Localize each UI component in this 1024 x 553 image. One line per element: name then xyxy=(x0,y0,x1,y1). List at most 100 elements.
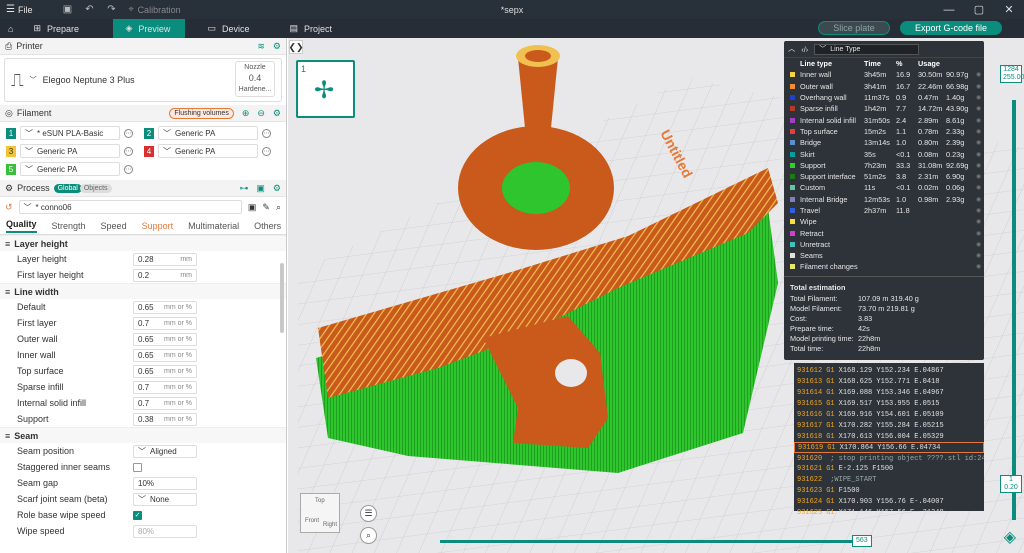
gcode-line[interactable]: 931614 G1 X169.088 Y153.346 E.04967 xyxy=(794,388,984,399)
legend-row[interactable]: Internal solid infill 31m50s 2.4 2.89m 8… xyxy=(784,114,984,125)
tab-quality[interactable]: Quality xyxy=(6,219,37,233)
file-menu[interactable]: ☰ File xyxy=(0,0,38,19)
global-toggle[interactable]: Global xyxy=(53,183,82,193)
line-width-input[interactable]: 0.7 mm or % xyxy=(133,316,197,330)
layer-height-input[interactable]: 0.28 mm xyxy=(133,252,197,266)
legend-row[interactable]: Support 7h23m 33.3 31.08m 92.69g ◉ xyxy=(784,160,984,171)
filament-slot-2[interactable]: 2 ﹀ Generic PA ⋯ xyxy=(144,126,282,140)
tab-prepare[interactable]: ⊞ Prepare xyxy=(21,19,113,38)
gcode-line[interactable]: 931613 G1 X168.625 Y152.771 E.0418 xyxy=(794,377,984,388)
minimize-button[interactable]: — xyxy=(934,0,964,19)
tab-multimaterial[interactable]: Multimaterial xyxy=(188,221,239,231)
legend-row[interactable]: Wipe ◉ xyxy=(784,216,984,227)
legend-row[interactable]: Inner wall 3h45m 16.9 30.50m 90.97g ◉ xyxy=(784,69,984,80)
3d-viewport[interactable]: Untitled ❮❯ 1 ✢ ︿ ‹/› ﹀ Line Type Line ty… xyxy=(288,38,1024,553)
visibility-eye-icon[interactable]: ◉ xyxy=(976,218,981,225)
seam-position-select[interactable]: ﹀ Aligned xyxy=(133,444,197,458)
slice-plate-button[interactable]: Slice plate xyxy=(818,21,890,35)
add-filament-icon[interactable]: ⊕ xyxy=(242,108,250,119)
zoom-icon[interactable]: ⌕ xyxy=(360,527,377,544)
legend-row[interactable]: Unretract ◉ xyxy=(784,239,984,250)
filament-slot-4[interactable]: 4 ﹀ Generic PA ⋯ xyxy=(144,144,282,158)
gcode-line[interactable]: 931616 G1 X169.916 Y154.601 E.05109 xyxy=(794,410,984,421)
visibility-eye-icon[interactable]: ◉ xyxy=(976,83,981,90)
more-icon[interactable]: ⋯ xyxy=(262,146,271,156)
legend-row[interactable]: Bridge 13m14s 1.0 0.80m 2.39g ◉ xyxy=(784,137,984,148)
export-gcode-button[interactable]: Export G-code file xyxy=(900,21,1002,35)
objects-toggle[interactable]: Objects xyxy=(79,183,112,193)
nozzle-selector[interactable]: Nozzle 0.4 Hardene... xyxy=(235,61,275,97)
code-icon[interactable]: ‹/› xyxy=(801,45,808,54)
advanced-toggle-icon[interactable]: ⊶ xyxy=(239,183,248,194)
tab-speed[interactable]: Speed xyxy=(101,221,127,231)
tab-project[interactable]: ▤ Project xyxy=(277,19,359,38)
more-icon[interactable]: ⋯ xyxy=(124,164,133,174)
save-profile-icon[interactable]: ▣ xyxy=(248,202,257,213)
legend-row[interactable]: Filament changes ◉ xyxy=(784,261,984,272)
more-icon[interactable]: ⋯ xyxy=(262,128,271,138)
redo-icon[interactable]: ↷ xyxy=(100,0,122,19)
filament-slot-1[interactable]: 1 ﹀ * eSUN PLA-Basic ⋯ xyxy=(6,126,144,140)
gcode-line[interactable]: 931612 G1 X168.129 Y152.234 E.04867 xyxy=(794,366,984,377)
gcode-line[interactable]: 931618 G1 X170.613 Y156.004 E.05329 xyxy=(794,431,984,442)
more-icon[interactable]: ⋯ xyxy=(124,128,133,138)
view-type-select[interactable]: ﹀ Line Type xyxy=(814,43,920,55)
remove-filament-icon[interactable]: ⊖ xyxy=(257,108,265,119)
gcode-line[interactable]: 931624 G1 X170.903 Y156.76 E-.04007 xyxy=(794,497,984,508)
visibility-eye-icon[interactable]: ◉ xyxy=(976,151,981,158)
flushing-volumes-button[interactable]: Flushing volumes xyxy=(169,107,234,119)
tab-support[interactable]: Support xyxy=(142,221,174,231)
printer-selector[interactable]: ⎍ ﹀ Elegoo Neptune 3 Plus Nozzle 0.4 Har… xyxy=(4,58,282,102)
legend-row[interactable]: Skirt 35s <0.1 0.08m 0.23g ◉ xyxy=(784,148,984,159)
visibility-eye-icon[interactable]: ◉ xyxy=(976,241,981,248)
line-width-input[interactable]: 0.7 mm or % xyxy=(133,380,197,394)
menu-icon[interactable]: ☰ xyxy=(360,505,377,522)
line-width-input[interactable]: 0.65 mm or % xyxy=(133,332,197,346)
move-slider[interactable] xyxy=(440,540,852,543)
wifi-icon[interactable]: ≋ xyxy=(257,41,265,52)
filament-slot-3[interactable]: 3 ﹀ Generic PA ⋯ xyxy=(6,144,144,158)
reset-icon[interactable]: ↺ xyxy=(5,202,13,213)
staggered-seams-checkbox[interactable] xyxy=(133,462,142,472)
visibility-eye-icon[interactable]: ◉ xyxy=(976,139,981,146)
tab-preview[interactable]: ◈ Preview xyxy=(113,19,186,38)
wipe-speed-input[interactable]: 80% xyxy=(133,524,197,538)
home-tab[interactable]: ⌂ xyxy=(0,19,21,38)
collapse-sidebar-button[interactable]: ❮❯ xyxy=(288,40,304,54)
visibility-eye-icon[interactable]: ◉ xyxy=(976,207,981,214)
visibility-eye-icon[interactable]: ◉ xyxy=(976,263,981,270)
gcode-line[interactable]: 931617 G1 X170.282 Y155.284 E.05215 xyxy=(794,420,984,431)
line-width-input[interactable]: 0.38 mm or % xyxy=(133,412,197,426)
process-settings-icon[interactable]: ⚙ xyxy=(273,183,281,194)
gcode-line[interactable]: 931622 ;WIPE_START xyxy=(794,475,984,486)
first-layer-height-input[interactable]: 0.2 mm xyxy=(133,268,197,282)
settings-scrollbar[interactable] xyxy=(280,263,284,333)
line-width-input[interactable]: 0.65 mm or % xyxy=(133,348,197,362)
visibility-eye-icon[interactable]: ◉ xyxy=(976,105,981,112)
view-cube[interactable]: Top Front Right xyxy=(300,493,340,533)
close-button[interactable]: ✕ xyxy=(994,0,1024,19)
line-width-input[interactable]: 0.65 mm or % xyxy=(133,364,197,378)
gcode-viewer[interactable]: 931612 G1 X168.129 Y152.234 E.04867 93161… xyxy=(794,363,984,517)
search-icon[interactable]: ⌕ xyxy=(276,202,281,213)
tab-device[interactable]: ▭ Device xyxy=(195,19,277,38)
legend-row[interactable]: Internal Bridge 12m53s 1.0 0.98m 2.93g ◉ xyxy=(784,194,984,205)
filament-settings-icon[interactable]: ⚙ xyxy=(273,108,281,119)
plate-thumbnail[interactable]: 1 ✢ xyxy=(296,60,355,118)
maximize-button[interactable]: ▢ xyxy=(964,0,994,19)
gcode-line[interactable]: 931623 G1 F1500 xyxy=(794,486,984,497)
legend-row[interactable]: Custom 11s <0.1 0.02m 0.06g ◉ xyxy=(784,182,984,193)
compare-icon[interactable]: ▣ xyxy=(256,183,265,194)
save-icon[interactable]: ▣ xyxy=(56,0,78,19)
legend-row[interactable]: Top surface 15m2s 1.1 0.78m 2.33g ◉ xyxy=(784,126,984,137)
legend-row[interactable]: Travel 2h37m 11.8 ◉ xyxy=(784,205,984,216)
gcode-line[interactable]: 931625 G1 X171.146 Y157.56 E-.31348 xyxy=(794,508,984,519)
tab-strength[interactable]: Strength xyxy=(52,221,86,231)
gcode-line[interactable]: 931619 G1 X170.864 Y156.66 E.04734 xyxy=(794,442,984,454)
layer-slider[interactable] xyxy=(1012,100,1016,520)
process-profile-selector[interactable]: ﹀ * conno06 xyxy=(18,200,242,214)
legend-row[interactable]: Seams ◉ xyxy=(784,250,984,261)
layers-toggle-icon[interactable]: ◈ xyxy=(1004,527,1016,547)
gcode-line[interactable]: 931615 G1 X169.517 Y153.955 E.0515 xyxy=(794,399,984,410)
gcode-line[interactable]: 931621 G1 E-2.125 F1500 xyxy=(794,464,984,475)
